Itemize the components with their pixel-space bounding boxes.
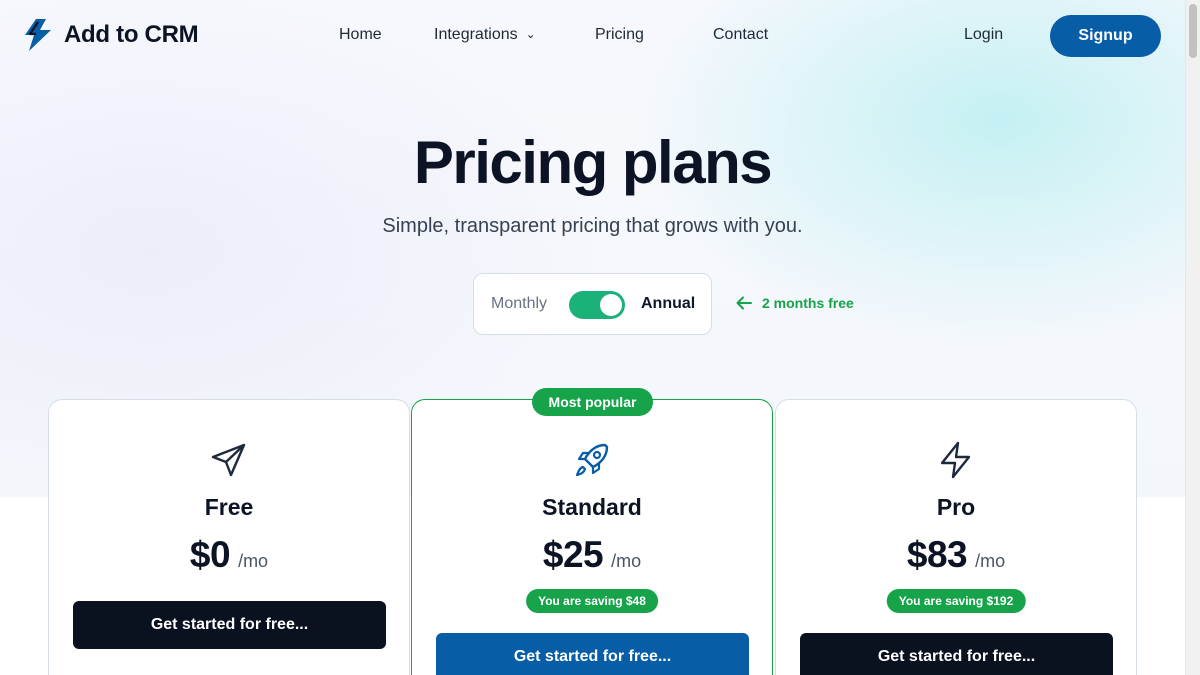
saving-badge: You are saving $192 <box>886 589 1026 613</box>
price-row: $25 /mo <box>412 534 772 576</box>
chevron-down-icon: ⌄ <box>525 27 536 41</box>
plan-card-standard: Standard $25 /mo You are saving $48 Get … <box>411 399 773 675</box>
plan-name: Standard <box>542 494 642 520</box>
nav-pricing-link[interactable]: Pricing <box>595 26 644 44</box>
plan-price: $25 <box>542 534 604 575</box>
rocket-icon <box>572 440 612 480</box>
vertical-scrollbar[interactable] <box>1185 0 1200 675</box>
promo-text: 2 months free <box>762 295 854 311</box>
get-started-button[interactable]: Get started for free... <box>73 601 386 649</box>
plan-card-free: Free $0 /mo Get started for free... <box>48 399 410 675</box>
promo-note: 2 months free <box>736 295 854 311</box>
price-row: $0 /mo <box>49 534 409 576</box>
get-started-button[interactable]: Get started for free... <box>800 633 1113 675</box>
nav-contact-link[interactable]: Contact <box>713 26 768 44</box>
nav-integrations-link[interactable]: Integrations ⌄ <box>434 26 536 44</box>
most-popular-badge: Most popular <box>532 388 653 416</box>
login-link[interactable]: Login <box>964 26 1003 44</box>
nav-home-link[interactable]: Home <box>339 26 382 44</box>
brand-logo[interactable]: Add to CRM <box>22 18 199 52</box>
bolt-logo-icon <box>25 19 51 51</box>
billing-switch[interactable] <box>569 291 625 319</box>
get-started-button[interactable]: Get started for free... <box>436 633 749 675</box>
arrow-left-icon <box>736 296 752 310</box>
page-subtitle: Simple, transparent pricing that grows w… <box>382 215 803 237</box>
plan-card-pro: Pro $83 /mo You are saving $192 Get star… <box>775 399 1137 675</box>
billing-monthly-label[interactable]: Monthly <box>491 295 547 313</box>
signup-button[interactable]: Signup <box>1050 15 1161 57</box>
plan-name: Free <box>204 494 254 520</box>
switch-knob <box>600 294 622 316</box>
scrollbar-thumb[interactable] <box>1189 4 1197 58</box>
price-period: /mo <box>975 551 1006 571</box>
billing-toggle: Monthly Annual <box>473 273 712 335</box>
lightning-icon <box>936 440 976 480</box>
price-period: /mo <box>238 551 269 571</box>
saving-badge: You are saving $48 <box>526 589 658 613</box>
page-title: Pricing plans <box>413 129 773 196</box>
plan-price: $0 <box>189 534 231 575</box>
price-period: /mo <box>611 551 642 571</box>
plan-name: Pro <box>936 494 976 520</box>
navbar: Add to CRM Home Integrations ⌄ Pricing C… <box>0 0 1185 72</box>
paper-plane-icon <box>209 440 249 480</box>
price-row: $83 /mo <box>776 534 1136 576</box>
plan-price: $83 <box>906 534 968 575</box>
brand-name: Add to CRM <box>64 21 199 48</box>
nav-integrations-label: Integrations <box>434 26 518 43</box>
billing-annual-label[interactable]: Annual <box>641 295 695 313</box>
